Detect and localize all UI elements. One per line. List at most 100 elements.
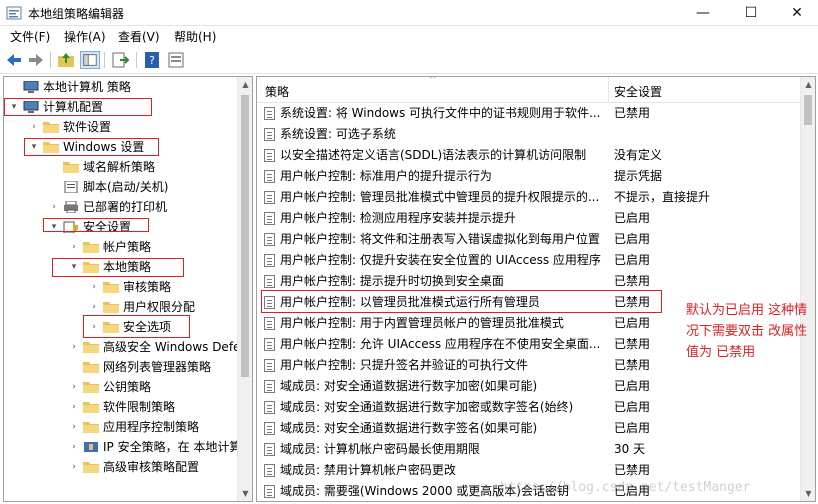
- menu-action[interactable]: 操作(A): [64, 28, 106, 45]
- policy-row[interactable]: 用户帐户控制: 检测应用程序安装并提示提升 已启用: [257, 208, 802, 229]
- policy-icon: [264, 254, 275, 267]
- policy-row[interactable]: 用户帐户控制: 管理员批准模式中管理员的提升权限提示的... 不提示，直接提升: [257, 187, 802, 208]
- policy-list-pane[interactable]: 策略 ^ 安全设置 系统设置: 将 Windows 可执行文件中的证书规则用于软…: [256, 76, 816, 502]
- policy-row[interactable]: 域成员: 对安全通道数据进行数字签名(如果可能) 已启用: [257, 418, 802, 439]
- highlight-security-options: [83, 315, 190, 338]
- folder-icon: [43, 122, 59, 133]
- folder-icon: [83, 242, 99, 253]
- folder-icon: [83, 422, 99, 433]
- policy-icon: [264, 443, 275, 456]
- policy-name: 域成员: 对安全通道数据进行数字签名(如果可能): [280, 421, 538, 435]
- expand-arrow-icon[interactable]: ›: [28, 117, 40, 137]
- expand-arrow-icon[interactable]: ›: [68, 237, 80, 257]
- policy-row[interactable]: 系统设置: 将 Windows 可执行文件中的证书规则用于软件... 已禁用: [257, 103, 802, 124]
- list-scroll-up-arrow-icon[interactable]: ▲: [801, 77, 815, 92]
- close-button[interactable]: ✕: [774, 0, 818, 26]
- expand-arrow-icon[interactable]: ›: [68, 337, 80, 357]
- policy-setting: 已启用: [614, 232, 651, 246]
- policy-name: 用户帐户控制: 用于内置管理员帐户的管理员批准模式: [280, 316, 564, 330]
- policy-icon: [264, 233, 275, 246]
- policy-setting: 已启用: [614, 379, 651, 393]
- policy-row[interactable]: 以安全描述符定义语言(SDDL)语法表示的计算机访问限制 没有定义: [257, 145, 802, 166]
- scroll-down-arrow-icon[interactable]: ▼: [238, 486, 252, 501]
- expand-arrow-icon[interactable]: ›: [68, 397, 80, 417]
- expand-arrow-icon[interactable]: ›: [48, 197, 60, 217]
- policy-icon: [264, 338, 275, 351]
- policy-setting: 已禁用: [614, 463, 651, 477]
- maximize-button[interactable]: ☐: [728, 0, 774, 26]
- policy-setting: 已启用: [614, 400, 651, 414]
- policy-setting: 已启用: [614, 211, 651, 225]
- scroll-thumb[interactable]: [241, 95, 249, 377]
- policy-name: 用户帐户控制: 提示提升时切换到安全桌面: [280, 274, 504, 288]
- policy-setting: 不提示，直接提升: [614, 190, 711, 204]
- svg-text:?: ?: [149, 54, 155, 67]
- policy-row[interactable]: 用户帐户控制: 提示提升时切换到安全桌面 已禁用: [257, 271, 802, 292]
- expand-arrow-icon[interactable]: ›: [68, 417, 80, 437]
- column-header: 策略 ^ 安全设置: [257, 77, 815, 103]
- policy-name: 用户帐户控制: 仅提升安装在安全位置的 UIAccess 应用程序: [280, 253, 601, 267]
- folder-icon: [103, 282, 119, 293]
- highlight-windows-settings: [24, 138, 159, 156]
- tree-item-label: 应用程序控制策略: [103, 420, 200, 434]
- policy-setting: 没有定义: [614, 148, 663, 162]
- policy-name: 用户帐户控制: 管理员批准模式中管理员的提升权限提示的...: [280, 190, 600, 204]
- expand-arrow-icon[interactable]: ›: [68, 437, 80, 457]
- expand-arrow-icon[interactable]: ›: [68, 457, 80, 477]
- policy-name: 域成员: 计算机帐户密码最长使用期限: [280, 442, 480, 456]
- policy-row[interactable]: 域成员: 禁用计算机帐户密码更改 已禁用: [257, 460, 802, 481]
- policy-row[interactable]: 用户帐户控制: 将文件和注册表写入错误虚拟化到每用户位置 已启用: [257, 229, 802, 250]
- tree-scrollbar[interactable]: ▲ ▼: [237, 77, 252, 501]
- tree-item-label: 高级审核策略配置: [103, 460, 200, 474]
- back-icon[interactable]: [4, 51, 24, 69]
- policy-row[interactable]: 域成员: 对安全通道数据进行数字加密(如果可能) 已启用: [257, 376, 802, 397]
- group-policy-app-icon: [6, 6, 22, 20]
- policy-row[interactable]: 用户帐户控制: 标准用户的提升提示行为 提示凭据: [257, 166, 802, 187]
- column-security-setting[interactable]: 安全设置: [614, 83, 662, 100]
- column-policy[interactable]: 策略: [265, 83, 289, 100]
- policy-setting: 已禁用: [614, 358, 651, 372]
- tree-item-label: 帐户策略: [103, 240, 152, 254]
- expand-arrow-icon[interactable]: ›: [68, 377, 80, 397]
- policy-icon: [264, 422, 275, 435]
- policy-icon: [264, 170, 275, 183]
- policy-setting: 提示凭据: [614, 169, 663, 183]
- highlight-admin-approval-row: [261, 290, 662, 313]
- menu-bar: 文件(F) 操作(A) 查看(V) 帮助(H): [0, 26, 818, 46]
- title-bar: 本地组策略编辑器 — ☐ ✕: [0, 0, 818, 26]
- expand-arrow-icon[interactable]: ›: [88, 277, 100, 297]
- list-scroll-thumb[interactable]: [804, 95, 812, 125]
- minimize-button[interactable]: —: [680, 0, 726, 26]
- policy-row[interactable]: 域成员: 对安全通道数据进行数字加密或数字签名(始终) 已启用: [257, 397, 802, 418]
- show-tree-icon[interactable]: [80, 51, 100, 69]
- tree-item-label: 本地计算机 策略: [43, 80, 131, 94]
- folder-icon: [103, 302, 119, 313]
- forward-icon[interactable]: [26, 51, 46, 69]
- tree-item-label: 软件设置: [63, 120, 112, 134]
- menu-view[interactable]: 查看(V): [118, 28, 160, 45]
- list-scrollbar[interactable]: ▲ ▼: [800, 77, 815, 501]
- policy-icon: [264, 275, 275, 288]
- export-icon[interactable]: [110, 51, 130, 69]
- up-folder-icon[interactable]: [56, 51, 76, 69]
- policy-name: 用户帐户控制: 只提升签名并验证的可执行文件: [280, 358, 528, 372]
- policy-icon: [264, 380, 275, 393]
- tree-item-label: 域名解析策略: [83, 160, 156, 174]
- help-icon[interactable]: ?: [142, 51, 162, 69]
- scroll-up-arrow-icon[interactable]: ▲: [238, 77, 252, 92]
- policy-icon: [264, 359, 275, 372]
- policy-row[interactable]: 用户帐户控制: 仅提升安装在安全位置的 UIAccess 应用程序 已启用: [257, 250, 802, 271]
- policy-icon: [264, 401, 275, 414]
- list-scroll-down-arrow-icon[interactable]: ▼: [801, 486, 815, 501]
- toolbar: ?: [0, 47, 818, 74]
- properties-icon[interactable]: [166, 51, 186, 69]
- menu-help[interactable]: 帮助(H): [174, 28, 216, 45]
- policy-row[interactable]: 域成员: 计算机帐户密码最长使用期限 30 天: [257, 439, 802, 460]
- policy-row[interactable]: 系统设置: 可选子系统: [257, 124, 802, 145]
- expand-arrow-icon[interactable]: ›: [88, 297, 100, 317]
- menu-file[interactable]: 文件(F): [10, 28, 50, 45]
- policy-setting: 已启用: [614, 316, 651, 330]
- policy-icon: [264, 212, 275, 225]
- folder-icon: [83, 342, 99, 353]
- highlight-local-policies: [52, 258, 184, 277]
